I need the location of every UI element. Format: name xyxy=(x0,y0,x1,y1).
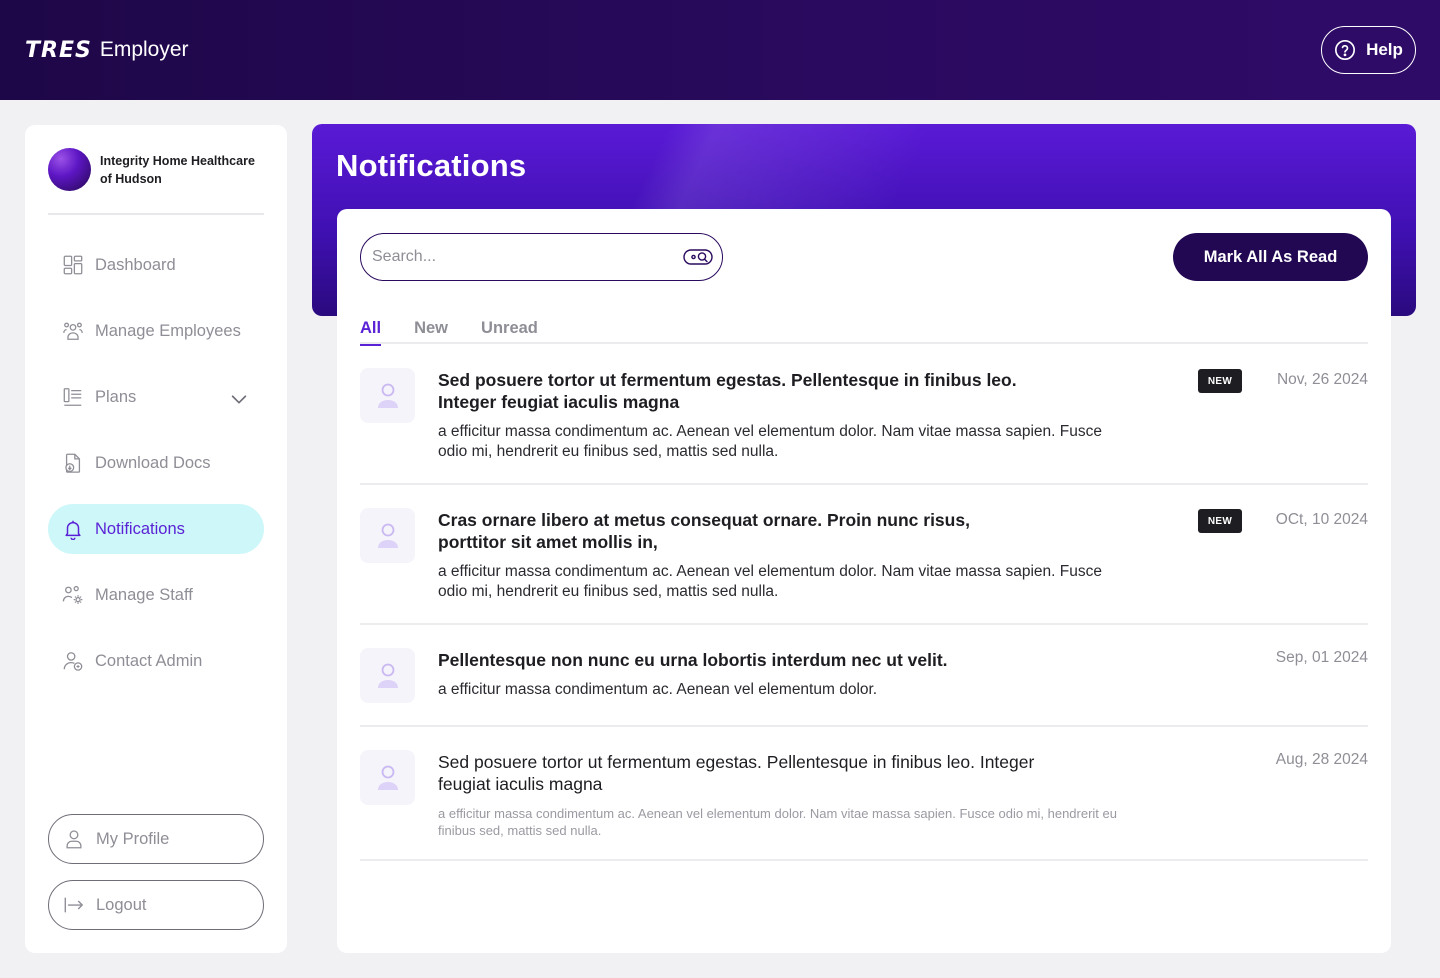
bell-icon xyxy=(65,520,81,540)
staff-gear-icon xyxy=(62,585,83,604)
user-placeholder-icon xyxy=(377,765,398,790)
brand-logo[interactable]: TRES Employer xyxy=(25,36,189,64)
chevron-down-icon[interactable] xyxy=(228,388,250,410)
sidebar-item-label: Plans xyxy=(95,387,137,406)
org-header: Integrity Home Healthcare of Hudson xyxy=(48,148,264,215)
sidebar-item-plans[interactable]: Plans xyxy=(48,372,264,422)
download-doc-icon xyxy=(65,453,81,473)
notification-body: a efficitur massa condimentum ac. Aenean… xyxy=(438,681,878,698)
user-placeholder-icon xyxy=(377,663,398,688)
tab-new[interactable]: New xyxy=(414,319,448,344)
notification-date: OCt, 10 2024 xyxy=(1275,511,1368,528)
notification-avatar xyxy=(360,368,415,423)
notification-body: a efficitur massa condimentum ac. Aenean… xyxy=(438,423,1102,460)
contact-admin-icon xyxy=(63,652,83,671)
plans-icon xyxy=(63,388,82,406)
sidebar-item-download-docs[interactable]: Download Docs xyxy=(48,438,264,488)
sidebar-item-label: Dashboard xyxy=(95,255,176,274)
notification-title: Sed posuere tortor ut fermentum egestas.… xyxy=(438,370,1017,412)
search-toggle-icon[interactable] xyxy=(683,248,713,266)
notification-list: Sed posuere tortor ut fermentum egestas.… xyxy=(360,345,1368,861)
sidebar-item-contact-admin[interactable]: Contact Admin xyxy=(48,636,264,686)
user-icon xyxy=(66,830,82,849)
notification-avatar xyxy=(360,508,415,563)
user-placeholder-icon xyxy=(377,523,398,548)
notification-body: a efficitur massa condimentum ac. Aenean… xyxy=(438,563,1102,600)
sidebar-item-label: Manage Staff xyxy=(95,585,193,604)
tab-unread[interactable]: Unread xyxy=(481,319,538,344)
notification-item[interactable]: Sed posuere tortor ut fermentum egestas.… xyxy=(360,345,1368,485)
help-label: Help xyxy=(1366,40,1403,59)
notification-title: Pellentesque non nunc eu urna lobortis i… xyxy=(438,650,948,670)
sidebar-item-label: Contact Admin xyxy=(95,651,203,670)
logout-label: Logout xyxy=(96,895,147,914)
notification-item[interactable]: Sed posuere tortor ut fermentum egestas.… xyxy=(360,727,1368,861)
dashboard-icon xyxy=(63,255,83,275)
logout-icon xyxy=(64,897,83,913)
my-profile-label: My Profile xyxy=(96,829,170,848)
help-icon xyxy=(1335,40,1356,60)
sidebar-item-label: Notifications xyxy=(95,519,185,538)
new-badge: NEW xyxy=(1198,369,1242,393)
notification-date: Nov, 26 2024 xyxy=(1276,371,1368,388)
sidebar-item-manage-employees[interactable]: Manage Employees xyxy=(48,306,264,356)
notification-date: Sep, 01 2024 xyxy=(1275,649,1368,666)
notification-item[interactable]: Cras ornare libero at metus consequat or… xyxy=(360,485,1368,625)
employees-icon xyxy=(63,322,83,340)
sidebar-item-dashboard[interactable]: Dashboard xyxy=(48,240,264,290)
notification-avatar xyxy=(360,648,415,703)
user-placeholder-icon xyxy=(377,383,398,408)
logout-button[interactable]: Logout xyxy=(48,880,264,930)
notification-body: a efficitur massa condimentum ac. Aenean… xyxy=(438,806,1117,838)
search-box[interactable] xyxy=(360,233,723,281)
sidebar-item-manage-staff[interactable]: Manage Staff xyxy=(48,570,264,620)
notification-tabs: All New Unread xyxy=(360,319,1368,346)
brand-name: Employer xyxy=(99,38,189,61)
sidebar-item-label: Manage Employees xyxy=(95,321,241,340)
sidebar-nav: Dashboard Manage Employees Plans Downloa… xyxy=(48,240,264,702)
help-button[interactable]: Help xyxy=(1321,26,1416,74)
org-avatar xyxy=(48,148,91,191)
sidebar-item-label: Download Docs xyxy=(95,453,211,472)
sidebar-item-notifications[interactable]: Notifications xyxy=(48,504,264,554)
page-title: Notifications xyxy=(336,148,527,183)
top-bar: TRES Employer Help xyxy=(0,0,1440,100)
notifications-panel: Mark All As Read All New Unread Sed posu… xyxy=(337,209,1391,953)
notification-date: Aug, 28 2024 xyxy=(1275,751,1368,768)
my-profile-button[interactable]: My Profile xyxy=(48,814,264,864)
notification-title: Sed posuere tortor ut fermentum egestas.… xyxy=(438,752,1035,794)
search-input[interactable] xyxy=(372,248,672,266)
tab-all[interactable]: All xyxy=(360,319,382,346)
brand-logo-text: TRES xyxy=(25,37,92,63)
mark-all-read-button[interactable]: Mark All As Read xyxy=(1173,233,1368,281)
org-name: Integrity Home Healthcare of Hudson xyxy=(100,154,255,186)
notification-avatar xyxy=(360,750,415,805)
notification-item[interactable]: Pellentesque non nunc eu urna lobortis i… xyxy=(360,625,1368,727)
new-badge: NEW xyxy=(1198,509,1242,533)
sidebar: Integrity Home Healthcare of Hudson Dash… xyxy=(25,125,287,953)
notification-title: Cras ornare libero at metus consequat or… xyxy=(438,510,970,552)
